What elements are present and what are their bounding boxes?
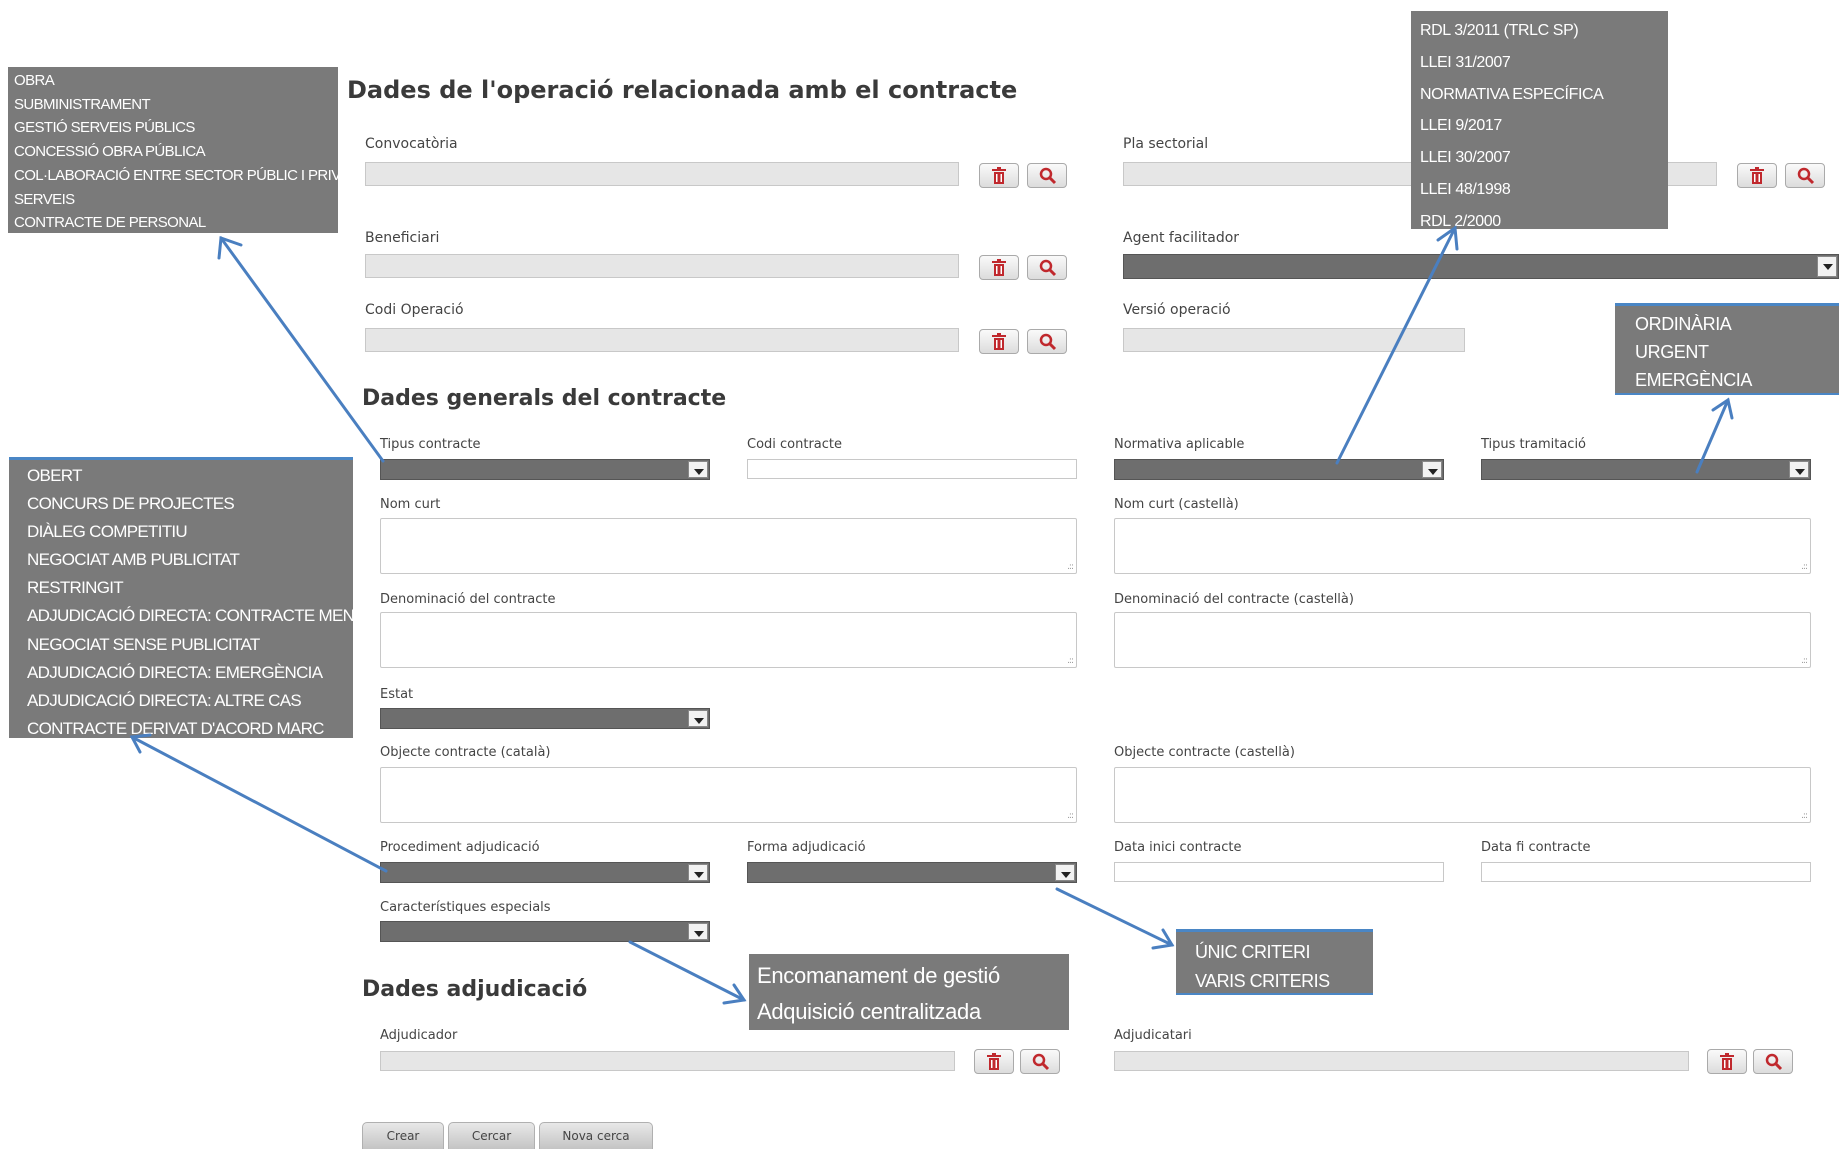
arrow-tipus-contracte: [219, 236, 385, 463]
arrow-forma: [1055, 887, 1174, 947]
arrow-caracteristiques: [628, 940, 746, 1002]
arrow-normativa: [1335, 226, 1457, 465]
arrow-procediment: [130, 735, 388, 873]
annotation-arrows: [129, 225, 1734, 1005]
